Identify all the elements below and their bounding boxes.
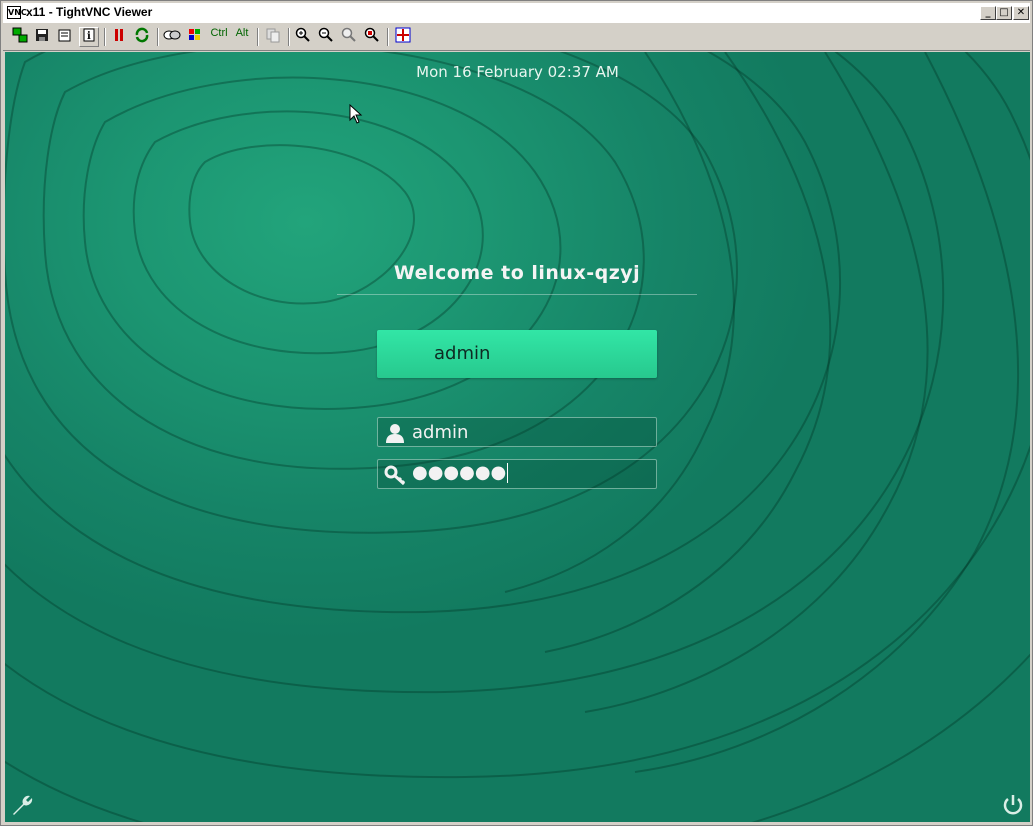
zoom-out-icon[interactable] <box>316 27 336 47</box>
username-field[interactable]: admin <box>377 417 657 447</box>
ctrl-alt-del-icon[interactable] <box>162 27 182 47</box>
zoom-in-icon[interactable] <box>293 27 313 47</box>
clipboard-icon[interactable] <box>263 27 283 47</box>
key-icon <box>384 465 406 486</box>
save-icon[interactable] <box>32 27 52 47</box>
password-field[interactable]: ●●●●●● <box>377 459 657 489</box>
ctrl-key-button[interactable]: Ctrl <box>207 27 231 47</box>
remote-desktop-screen[interactable]: Mon 16 February 02:37 AM Welcome to linu… <box>5 52 1030 822</box>
title-bar[interactable]: VNC x11 - TightVNC Viewer _ □ ✕ <box>3 3 1030 23</box>
wrench-icon[interactable] <box>9 792 35 818</box>
toolbar-separator <box>157 28 159 46</box>
power-icon[interactable] <box>1000 792 1026 818</box>
minimize-button[interactable]: _ <box>980 6 996 20</box>
clock-label: Mon 16 February 02:37 AM <box>416 63 619 81</box>
refresh-icon[interactable] <box>132 27 152 47</box>
pause-icon[interactable] <box>109 27 129 47</box>
maximize-button[interactable]: □ <box>996 6 1012 20</box>
zoom-100-icon[interactable] <box>339 27 359 47</box>
toolbar: i Ctrl Alt <box>3 24 1030 51</box>
welcome-heading: Welcome to linux-qzyj <box>393 262 641 284</box>
tightvnc-window: VNC x11 - TightVNC Viewer _ □ ✕ i Ctrl A… <box>0 0 1033 826</box>
window-title: x11 - TightVNC Viewer <box>26 5 153 19</box>
new-connection-icon[interactable] <box>10 27 30 47</box>
info-icon[interactable]: i <box>79 27 99 47</box>
fullscreen-icon[interactable] <box>393 27 413 47</box>
user-icon <box>386 424 404 443</box>
username-value: admin <box>412 422 469 443</box>
ctrl-esc-icon[interactable] <box>185 27 205 47</box>
mouse-cursor-icon <box>349 104 363 124</box>
toolbar-separator <box>387 28 389 46</box>
close-button[interactable]: ✕ <box>1013 6 1029 20</box>
zoom-auto-icon[interactable] <box>362 27 382 47</box>
vnc-app-icon[interactable]: VNC <box>7 6 27 19</box>
password-value: ●●●●●● <box>412 462 509 483</box>
svg-text:i: i <box>87 31 91 42</box>
toolbar-separator <box>257 28 259 46</box>
welcome-divider <box>337 294 697 295</box>
user-list-item-admin[interactable]: admin <box>377 330 657 378</box>
alt-key-button[interactable]: Alt <box>230 27 254 47</box>
toolbar-separator <box>104 28 106 46</box>
user-tile-label: admin <box>434 343 491 364</box>
options-icon[interactable] <box>55 27 75 47</box>
toolbar-separator <box>288 28 290 46</box>
text-caret <box>507 463 509 483</box>
